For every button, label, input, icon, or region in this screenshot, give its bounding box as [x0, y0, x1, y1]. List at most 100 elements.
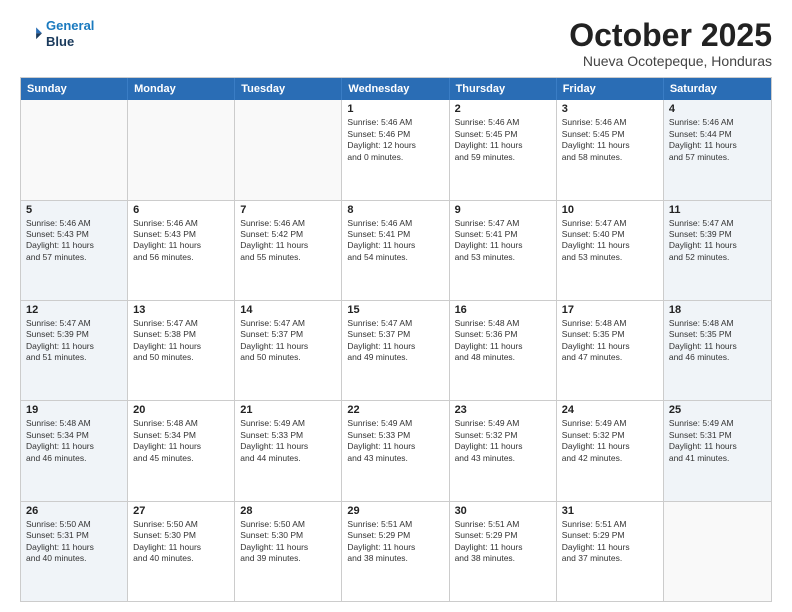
day-number: 15 — [347, 304, 443, 316]
calendar-row: 5 Sunrise: 5:46 AM Sunset: 5:43 PM Daylig… — [21, 200, 771, 300]
day-number: 31 — [562, 505, 658, 517]
day-number: 17 — [562, 304, 658, 316]
calendar-cell: 24 Sunrise: 5:49 AM Sunset: 5:32 PM Dayli… — [557, 401, 664, 500]
cell-info: Sunrise: 5:49 AM Sunset: 5:33 PM Dayligh… — [240, 418, 336, 464]
cell-info: Sunrise: 5:48 AM Sunset: 5:34 PM Dayligh… — [133, 418, 229, 464]
cell-info: Sunrise: 5:47 AM Sunset: 5:39 PM Dayligh… — [26, 318, 122, 364]
calendar-cell: 16Sunrise: 5:48 AM Sunset: 5:36 PM Dayli… — [450, 301, 557, 400]
cell-info: Sunrise: 5:51 AM Sunset: 5:29 PM Dayligh… — [562, 519, 658, 565]
calendar-cell: 11Sunrise: 5:47 AM Sunset: 5:39 PM Dayli… — [664, 201, 771, 300]
cell-info: Sunrise: 5:50 AM Sunset: 5:31 PM Dayligh… — [26, 519, 122, 565]
page: General Blue October 2025 Nueva Ocotepeq… — [0, 0, 792, 612]
title-block: October 2025 Nueva Ocotepeque, Honduras — [569, 18, 772, 69]
calendar-cell: 31 Sunrise: 5:51 AM Sunset: 5:29 PM Dayli… — [557, 502, 664, 601]
cell-info: Sunrise: 5:46 AM Sunset: 5:43 PM Dayligh… — [133, 218, 229, 264]
calendar-cell: 13 Sunrise: 5:47 AM Sunset: 5:38 PM Dayli… — [128, 301, 235, 400]
day-number: 13 — [133, 304, 229, 316]
calendar-cell: 26 Sunrise: 5:50 AM Sunset: 5:31 PM Dayli… — [21, 502, 128, 601]
calendar-cell: 15 Sunrise: 5:47 AM Sunset: 5:37 PM Dayli… — [342, 301, 449, 400]
cell-info: Sunrise: 5:49 AM Sunset: 5:31 PM Dayligh… — [669, 418, 766, 464]
calendar-row: 12Sunrise: 5:47 AM Sunset: 5:39 PM Dayli… — [21, 300, 771, 400]
cell-info: Sunrise: 5:49 AM Sunset: 5:33 PM Dayligh… — [347, 418, 443, 464]
cell-info: Sunrise: 5:48 AM Sunset: 5:35 PM Dayligh… — [669, 318, 766, 364]
weekday-header: Thursday — [450, 78, 557, 100]
calendar-header: SundayMondayTuesdayWednesdayThursdayFrid… — [21, 78, 771, 100]
calendar-row: 26 Sunrise: 5:50 AM Sunset: 5:31 PM Dayli… — [21, 501, 771, 601]
cell-info: Sunrise: 5:47 AM Sunset: 5:38 PM Dayligh… — [133, 318, 229, 364]
header: General Blue October 2025 Nueva Ocotepeq… — [20, 18, 772, 69]
day-number: 7 — [240, 204, 336, 216]
calendar-cell — [664, 502, 771, 601]
day-number: 1 — [347, 103, 443, 115]
calendar-row: 1Sunrise: 5:46 AM Sunset: 5:46 PM Daylig… — [21, 100, 771, 199]
cell-info: Sunrise: 5:48 AM Sunset: 5:34 PM Dayligh… — [26, 418, 122, 464]
calendar-row: 19 Sunrise: 5:48 AM Sunset: 5:34 PM Dayli… — [21, 400, 771, 500]
weekday-header: Wednesday — [342, 78, 449, 100]
cell-info: Sunrise: 5:46 AM Sunset: 5:43 PM Dayligh… — [26, 218, 122, 264]
day-number: 26 — [26, 505, 122, 517]
calendar-cell: 14Sunrise: 5:47 AM Sunset: 5:37 PM Dayli… — [235, 301, 342, 400]
day-number: 8 — [347, 204, 443, 216]
day-number: 16 — [455, 304, 551, 316]
location-subtitle: Nueva Ocotepeque, Honduras — [569, 53, 772, 69]
logo-text: General Blue — [46, 18, 94, 49]
day-number: 10 — [562, 204, 658, 216]
day-number: 22 — [347, 404, 443, 416]
calendar-cell: 3 Sunrise: 5:46 AM Sunset: 5:45 PM Daylig… — [557, 100, 664, 199]
cell-info: Sunrise: 5:47 AM Sunset: 5:41 PM Dayligh… — [455, 218, 551, 264]
calendar-body: 1Sunrise: 5:46 AM Sunset: 5:46 PM Daylig… — [21, 100, 771, 601]
day-number: 24 — [562, 404, 658, 416]
cell-info: Sunrise: 5:46 AM Sunset: 5:41 PM Dayligh… — [347, 218, 443, 264]
calendar-cell: 12Sunrise: 5:47 AM Sunset: 5:39 PM Dayli… — [21, 301, 128, 400]
calendar-cell: 20 Sunrise: 5:48 AM Sunset: 5:34 PM Dayli… — [128, 401, 235, 500]
logo: General Blue — [20, 18, 94, 49]
calendar-cell: 30Sunrise: 5:51 AM Sunset: 5:29 PM Dayli… — [450, 502, 557, 601]
calendar-cell: 4Sunrise: 5:46 AM Sunset: 5:44 PM Daylig… — [664, 100, 771, 199]
calendar-cell — [128, 100, 235, 199]
day-number: 27 — [133, 505, 229, 517]
day-number: 21 — [240, 404, 336, 416]
calendar-cell: 22 Sunrise: 5:49 AM Sunset: 5:33 PM Dayli… — [342, 401, 449, 500]
cell-info: Sunrise: 5:48 AM Sunset: 5:35 PM Dayligh… — [562, 318, 658, 364]
day-number: 23 — [455, 404, 551, 416]
cell-info: Sunrise: 5:50 AM Sunset: 5:30 PM Dayligh… — [240, 519, 336, 565]
day-number: 20 — [133, 404, 229, 416]
calendar-cell: 8 Sunrise: 5:46 AM Sunset: 5:41 PM Daylig… — [342, 201, 449, 300]
day-number: 19 — [26, 404, 122, 416]
cell-info: Sunrise: 5:47 AM Sunset: 5:37 PM Dayligh… — [347, 318, 443, 364]
cell-info: Sunrise: 5:46 AM Sunset: 5:45 PM Dayligh… — [562, 117, 658, 163]
cell-info: Sunrise: 5:47 AM Sunset: 5:40 PM Dayligh… — [562, 218, 658, 264]
calendar-cell — [235, 100, 342, 199]
calendar-cell: 17 Sunrise: 5:48 AM Sunset: 5:35 PM Dayli… — [557, 301, 664, 400]
weekday-header: Friday — [557, 78, 664, 100]
day-number: 3 — [562, 103, 658, 115]
cell-info: Sunrise: 5:51 AM Sunset: 5:29 PM Dayligh… — [347, 519, 443, 565]
calendar-cell: 9 Sunrise: 5:47 AM Sunset: 5:41 PM Daylig… — [450, 201, 557, 300]
calendar-cell: 7Sunrise: 5:46 AM Sunset: 5:42 PM Daylig… — [235, 201, 342, 300]
day-number: 14 — [240, 304, 336, 316]
day-number: 5 — [26, 204, 122, 216]
cell-info: Sunrise: 5:47 AM Sunset: 5:39 PM Dayligh… — [669, 218, 766, 264]
cell-info: Sunrise: 5:49 AM Sunset: 5:32 PM Dayligh… — [562, 418, 658, 464]
day-number: 6 — [133, 204, 229, 216]
weekday-header: Sunday — [21, 78, 128, 100]
cell-info: Sunrise: 5:50 AM Sunset: 5:30 PM Dayligh… — [133, 519, 229, 565]
day-number: 29 — [347, 505, 443, 517]
calendar-cell: 27 Sunrise: 5:50 AM Sunset: 5:30 PM Dayli… — [128, 502, 235, 601]
calendar: SundayMondayTuesdayWednesdayThursdayFrid… — [20, 77, 772, 602]
calendar-cell: 6 Sunrise: 5:46 AM Sunset: 5:43 PM Daylig… — [128, 201, 235, 300]
month-title: October 2025 — [569, 18, 772, 53]
calendar-cell: 21 Sunrise: 5:49 AM Sunset: 5:33 PM Dayli… — [235, 401, 342, 500]
calendar-cell: 28 Sunrise: 5:50 AM Sunset: 5:30 PM Dayli… — [235, 502, 342, 601]
day-number: 2 — [455, 103, 551, 115]
calendar-cell: 5 Sunrise: 5:46 AM Sunset: 5:43 PM Daylig… — [21, 201, 128, 300]
day-number: 28 — [240, 505, 336, 517]
calendar-cell: 2 Sunrise: 5:46 AM Sunset: 5:45 PM Daylig… — [450, 100, 557, 199]
cell-info: Sunrise: 5:46 AM Sunset: 5:45 PM Dayligh… — [455, 117, 551, 163]
day-number: 9 — [455, 204, 551, 216]
weekday-header: Monday — [128, 78, 235, 100]
calendar-cell: 25Sunrise: 5:49 AM Sunset: 5:31 PM Dayli… — [664, 401, 771, 500]
day-number: 4 — [669, 103, 766, 115]
calendar-cell: 1Sunrise: 5:46 AM Sunset: 5:46 PM Daylig… — [342, 100, 449, 199]
cell-info: Sunrise: 5:51 AM Sunset: 5:29 PM Dayligh… — [455, 519, 551, 565]
